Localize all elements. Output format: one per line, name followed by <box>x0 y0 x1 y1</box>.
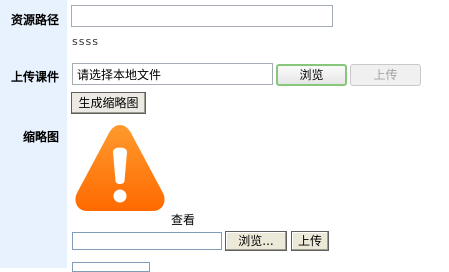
resource-path-label: 资源路径 <box>10 13 59 27</box>
thumbnail-label: 缩略图 <box>22 130 59 144</box>
thumbnail-view-link[interactable]: 查看 <box>171 211 195 228</box>
warning-icon <box>75 125 165 211</box>
resource-path-input[interactable] <box>71 5 333 27</box>
thumbnail-file-input[interactable] <box>72 232 222 250</box>
upload-courseware-label: 上传课件 <box>10 70 59 84</box>
generate-thumbnail-button[interactable]: 生成缩略图 <box>71 92 146 114</box>
resource-path-hint: ssss <box>72 35 99 48</box>
thumbnail-browse-button[interactable]: 浏览... <box>225 231 287 251</box>
courseware-file-input[interactable] <box>72 63 273 85</box>
thumbnail-upload-button[interactable]: 上传 <box>291 231 329 251</box>
courseware-browse-button[interactable]: 浏览 <box>276 64 347 86</box>
courseware-upload-button[interactable]: 上传 <box>350 64 421 86</box>
bottom-select-field[interactable] <box>72 262 150 272</box>
